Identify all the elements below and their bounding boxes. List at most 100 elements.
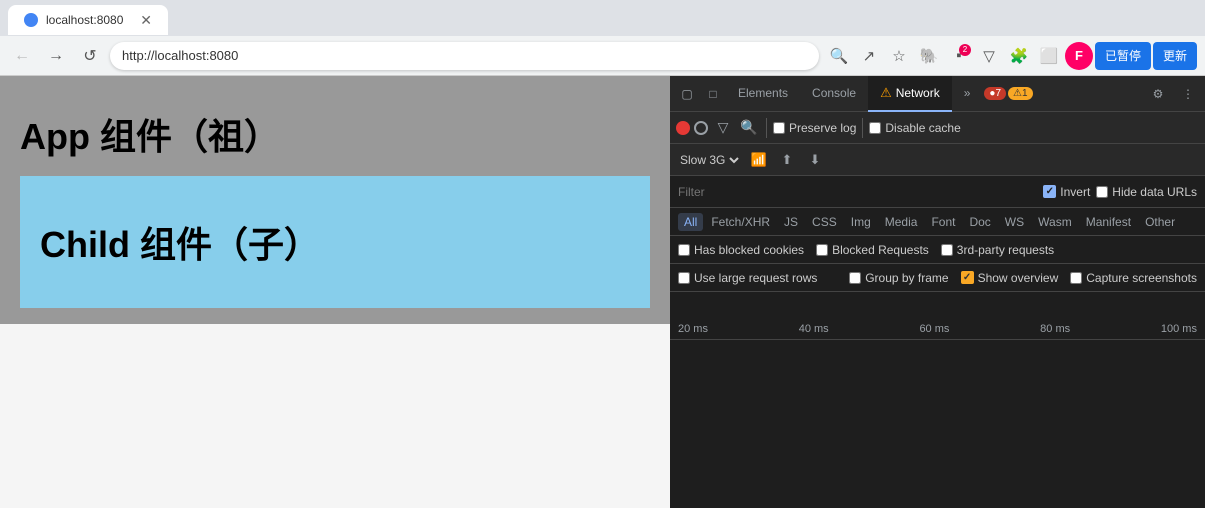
extension1-icon[interactable]: 🐘 [915,42,943,70]
use-large-rows-option[interactable]: Use large request rows [678,271,817,285]
has-blocked-cookies-input[interactable] [678,244,690,256]
type-other[interactable]: Other [1139,213,1181,231]
type-font[interactable]: Font [925,213,961,231]
devtools-cursor-icon[interactable]: ▢ [674,81,700,107]
import-icon[interactable]: ⬆ [776,149,798,171]
type-js[interactable]: JS [778,213,804,231]
export-icon[interactable]: ⬇ [804,149,826,171]
tab-close-button[interactable]: ✕ [140,12,152,29]
share-icon[interactable]: ↗ [855,42,883,70]
timeline-60ms: 60 ms [919,323,949,335]
browser-chrome: localhost:8080 ✕ ← → ↺ 🔍 ↗ ☆ 🐘 ▪ 2 ▽ 🧩 ⬜… [0,0,1205,76]
throttle-toolbar: Slow 3G Fast 3G Online Offline 📶 ⬆ ⬇ [670,144,1205,176]
reload-button[interactable]: ↺ [76,42,104,70]
settings-icon[interactable]: ⚙ [1145,81,1171,107]
type-all[interactable]: All [678,213,703,231]
type-filter-bar: All Fetch/XHR JS CSS Img Media Font Doc … [670,208,1205,236]
disable-cache-input[interactable] [869,122,881,134]
type-manifest[interactable]: Manifest [1080,213,1137,231]
type-media[interactable]: Media [879,213,924,231]
browser-toolbar: ← → ↺ 🔍 ↗ ☆ 🐘 ▪ 2 ▽ 🧩 ⬜ F 已暂停 更新 [0,36,1205,76]
page-inner: App 组件（祖） Child 组件（子） [0,76,670,508]
invert-checked-icon: ✓ [1043,185,1056,198]
profile-button[interactable]: F [1065,42,1093,70]
pause-button[interactable]: 已暂停 [1095,42,1151,70]
options-bar-1: Has blocked cookies Blocked Requests 3rd… [670,236,1205,264]
filter-input[interactable] [678,185,1037,199]
options-bar-2: Use large request rows Group by frame ✓ … [670,264,1205,292]
address-bar[interactable] [110,42,819,70]
chrome-menu-icon[interactable]: ⬜ [1035,42,1063,70]
devtools-menu-icon[interactable]: ⋮ [1175,81,1201,107]
devtools-tab-bar: ▢ □ Elements Console ⚠ Network » ●7 ⚠1 ⚙… [670,76,1205,112]
preserve-log-label: Preserve log [789,121,856,135]
network-content-area [670,340,1205,508]
toolbar-icons: 🔍 ↗ ☆ 🐘 ▪ 2 ▽ 🧩 ⬜ F 已暂停 更新 [825,42,1197,70]
tab-title: localhost:8080 [46,13,123,27]
capture-screenshots-input[interactable] [1070,272,1082,284]
filter-bar: ✓ Invert Hide data URLs [670,176,1205,208]
disable-cache-checkbox[interactable]: Disable cache [869,121,960,135]
active-tab[interactable]: localhost:8080 ✕ [8,5,168,35]
show-overview-label: Show overview [978,271,1059,285]
child-title: Child 组件（子） [40,196,630,288]
use-large-rows-input[interactable] [678,272,690,284]
devtools-settings: ⚙ ⋮ [1145,81,1201,107]
group-by-frame-option[interactable]: Group by frame [849,271,948,285]
blocked-requests-option[interactable]: Blocked Requests [816,243,929,257]
timeline-bar: 20 ms 40 ms 60 ms 80 ms 100 ms [670,292,1205,340]
hide-data-urls-input[interactable] [1096,186,1108,198]
devtools-inspector-icon[interactable]: □ [700,81,726,107]
throttle-select[interactable]: Slow 3G Fast 3G Online Offline [676,152,742,168]
preserve-log-checkbox[interactable]: Preserve log [773,121,856,135]
invert-checkbox[interactable]: ✓ Invert [1043,185,1090,199]
extension3-icon[interactable]: ▽ [975,42,1003,70]
type-ws[interactable]: WS [999,213,1030,231]
stop-recording-button[interactable] [694,121,708,135]
group-by-frame-input[interactable] [849,272,861,284]
tab-network[interactable]: ⚠ Network [868,76,952,112]
show-overview-option[interactable]: ✓ Show overview [961,271,1059,285]
app-component: App 组件（祖） Child 组件（子） [0,76,670,324]
type-wasm[interactable]: Wasm [1032,213,1078,231]
third-party-label: 3rd-party requests [957,243,1054,257]
page-content: App 组件（祖） Child 组件（子） [0,76,670,508]
app-title: App 组件（祖） [20,92,650,176]
tab-more[interactable]: » [952,76,983,112]
third-party-input[interactable] [941,244,953,256]
extension2-icon[interactable]: ▪ 2 [945,42,973,70]
tab-bar: localhost:8080 ✕ [0,0,1205,36]
back-button[interactable]: ← [8,42,36,70]
capture-screenshots-option[interactable]: Capture screenshots [1070,271,1197,285]
preserve-log-input[interactable] [773,122,785,134]
main-area: App 组件（祖） Child 组件（子） ▢ □ Elements Conso… [0,76,1205,508]
tab-elements[interactable]: Elements [726,76,800,112]
network-conditions-icon[interactable]: 📶 [748,149,770,171]
has-blocked-cookies-option[interactable]: Has blocked cookies [678,243,804,257]
toolbar-divider [766,118,767,138]
type-doc[interactable]: Doc [963,213,996,231]
bookmark-icon[interactable]: ☆ [885,42,913,70]
extensions-icon[interactable]: 🧩 [1005,42,1033,70]
type-fetch-xhr[interactable]: Fetch/XHR [705,213,776,231]
capture-screenshots-label: Capture screenshots [1086,271,1197,285]
tab-console[interactable]: Console [800,76,868,112]
update-button[interactable]: 更新 [1153,42,1197,70]
error-badge: ●7 [984,87,1006,100]
zoom-icon[interactable]: 🔍 [825,42,853,70]
search-icon[interactable]: 🔍 [738,117,760,139]
timeline-100ms: 100 ms [1161,323,1197,335]
blocked-requests-label: Blocked Requests [832,243,929,257]
blocked-requests-input[interactable] [816,244,828,256]
type-css[interactable]: CSS [806,213,843,231]
disable-cache-label: Disable cache [885,121,960,135]
filter-icon[interactable]: ▽ [712,117,734,139]
hide-data-urls-label: Hide data URLs [1112,185,1197,199]
toolbar-divider2 [862,118,863,138]
hide-data-urls-checkbox[interactable]: Hide data URLs [1096,185,1197,199]
type-img[interactable]: Img [845,213,877,231]
network-control-toolbar: ▽ 🔍 Preserve log Disable cache [670,112,1205,144]
record-button[interactable] [676,121,690,135]
forward-button[interactable]: → [42,42,70,70]
third-party-option[interactable]: 3rd-party requests [941,243,1054,257]
